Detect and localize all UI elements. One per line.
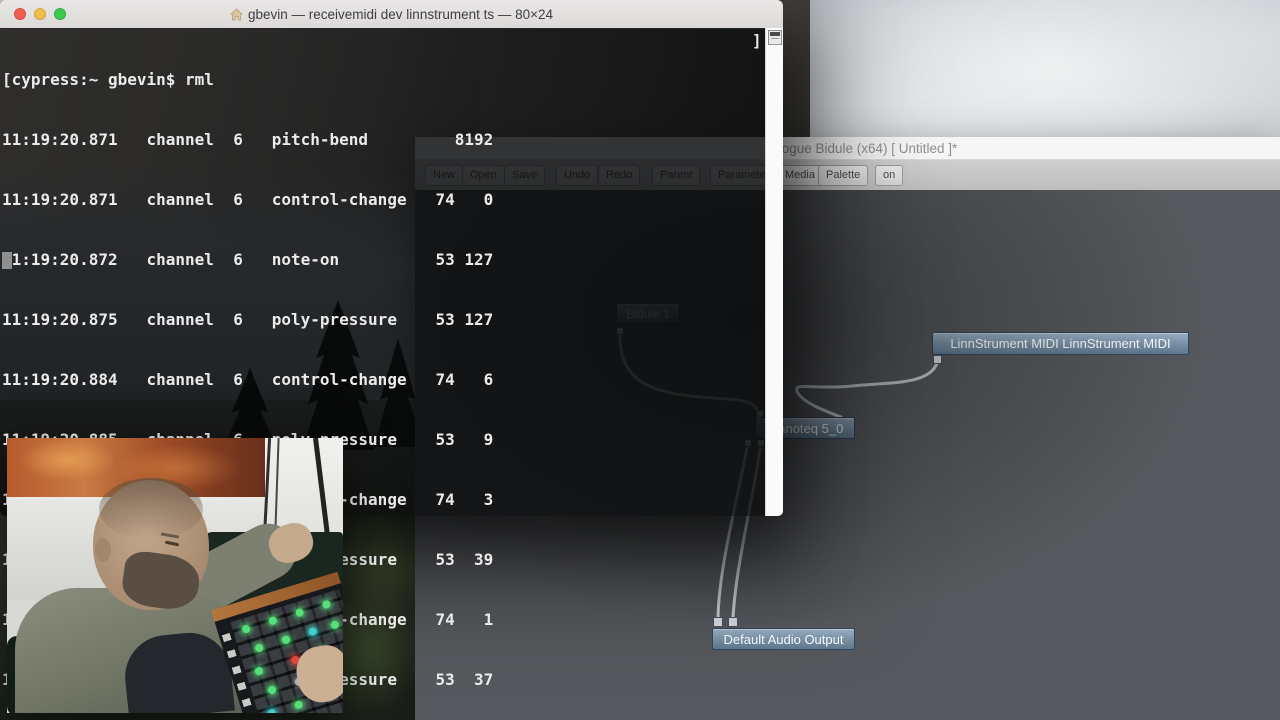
scroll-bracket: ] xyxy=(752,31,762,50)
media-button[interactable]: Media xyxy=(777,165,823,186)
terminal-title: gbevin — receivemidi dev linnstrument ts… xyxy=(0,7,783,22)
person-scalp-stubble xyxy=(99,478,203,540)
terminal-cursor xyxy=(2,252,12,269)
midi-log-line: 11:19:20.884 channel 6 control-change 74… xyxy=(2,370,494,389)
terminal-scrollbar[interactable] xyxy=(765,28,783,516)
midi-log-line: 11:19:20.872 channel 6 note-on 53 127 xyxy=(2,250,494,269)
minimize-button[interactable] xyxy=(34,8,46,20)
screen: Plogue Bidule (x64) [ Untitled ]* New Op… xyxy=(0,0,1280,720)
zoom-button[interactable] xyxy=(54,8,66,20)
palette-button[interactable]: Palette xyxy=(818,165,869,186)
prompt-line: [cypress:~ gbevin$ rml xyxy=(2,70,214,89)
port-audio-in-right[interactable] xyxy=(728,617,738,627)
scrollbar-thumb-icon[interactable] xyxy=(768,30,782,45)
bidule-window-title: Plogue Bidule (x64) [ Untitled ]* xyxy=(769,140,958,156)
port-linnstrument-out[interactable] xyxy=(933,355,942,364)
node-linnstrument-midi[interactable]: LinnStrument MIDI LinnStrument MIDI xyxy=(932,332,1189,355)
cable-linnstrument-to-pianoteq xyxy=(795,356,940,419)
midi-log-line: 11:19:20.871 channel 6 pitch-bend 8192 xyxy=(2,130,494,149)
traffic-lights xyxy=(14,8,74,20)
midi-log-line: 11:19:20.875 channel 6 poly-pressure 53 … xyxy=(2,310,494,329)
webcam-overlay xyxy=(7,438,343,713)
port-audio-in-left[interactable] xyxy=(713,617,723,627)
home-icon xyxy=(229,7,243,20)
terminal-titlebar[interactable]: gbevin — receivemidi dev linnstrument ts… xyxy=(0,0,783,29)
node-default-audio-output[interactable]: Default Audio Output xyxy=(712,628,855,650)
processing-on-button[interactable]: on xyxy=(875,165,904,186)
person-ear xyxy=(95,538,111,562)
midi-log-line: 11:19:20.871 channel 6 control-change 74… xyxy=(2,190,494,209)
person-head xyxy=(93,478,209,614)
close-button[interactable] xyxy=(14,8,26,20)
